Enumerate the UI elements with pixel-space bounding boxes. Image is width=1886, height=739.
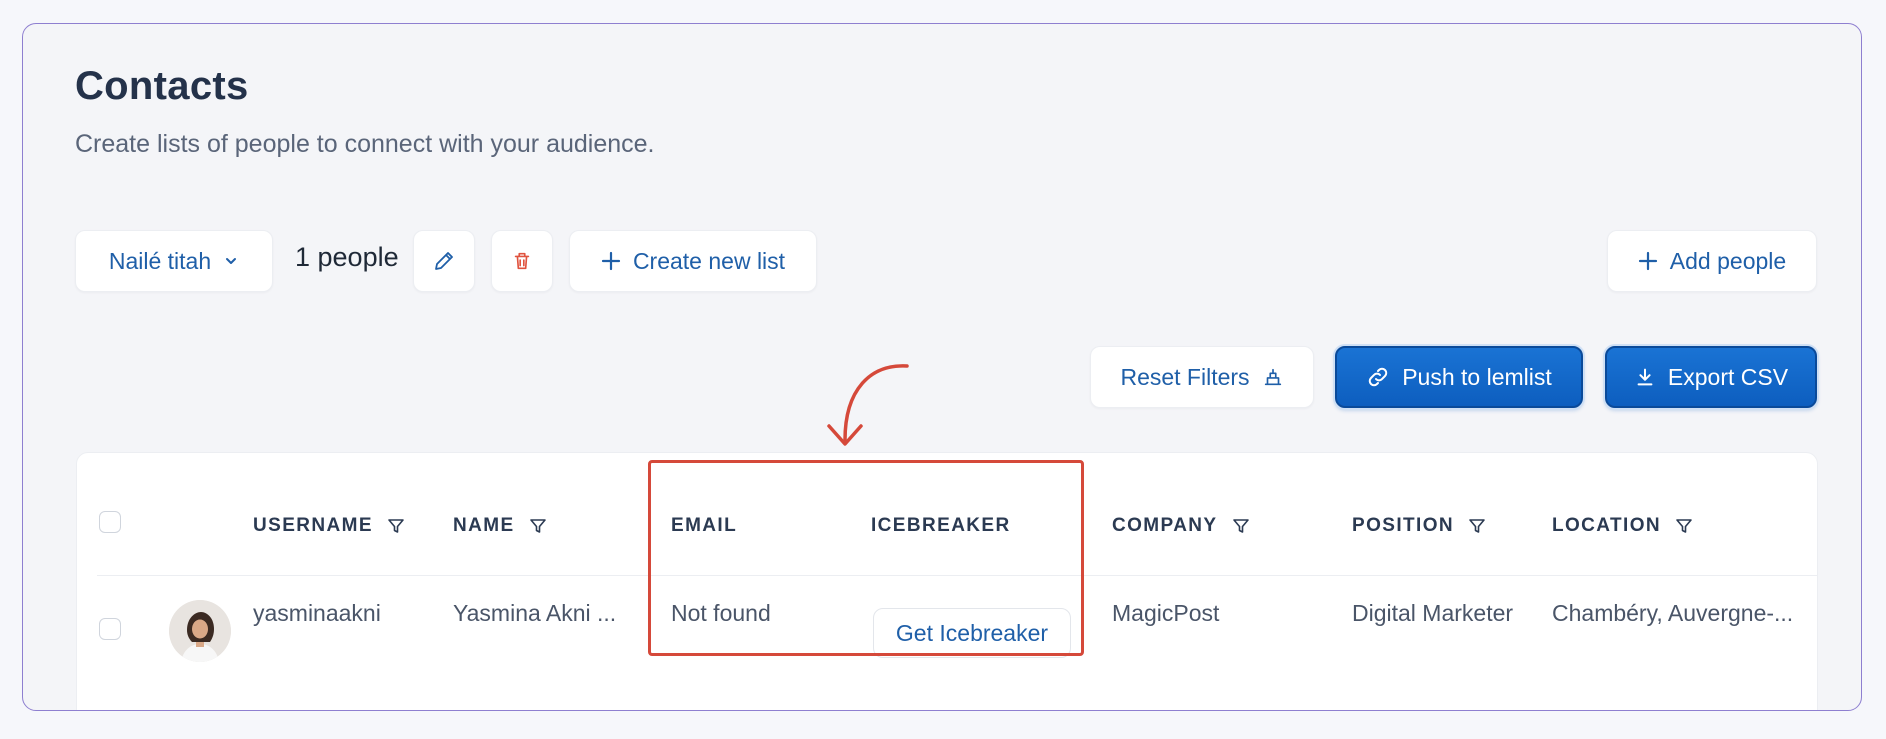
plus-icon — [1638, 251, 1657, 271]
page-title: Contacts — [75, 64, 249, 108]
link-icon — [1368, 367, 1388, 387]
cell-location: Chambéry, Auvergne-... — [1552, 600, 1794, 626]
export-label: Export CSV — [1667, 363, 1789, 390]
page-subtitle: Create lists of people to connect with y… — [75, 130, 655, 158]
cell-username: yasminaakni — [253, 600, 381, 626]
filter-clear-icon — [1264, 368, 1281, 386]
column-label: NAME — [453, 515, 515, 536]
reset-filters-button[interactable]: Reset Filters — [1090, 346, 1314, 408]
chevron-down-icon — [226, 258, 237, 264]
filter-icon[interactable] — [529, 517, 547, 535]
create-list-label: Create new list — [632, 247, 786, 274]
column-header-username[interactable]: USERNAME — [253, 515, 405, 537]
column-header-location[interactable]: LOCATION — [1552, 515, 1693, 537]
add-people-label: Add people — [1669, 247, 1787, 274]
column-label: POSITION — [1352, 515, 1454, 536]
delete-list-button[interactable] — [491, 230, 553, 292]
list-select-dropdown[interactable]: Nailé titah — [75, 230, 273, 292]
add-people-button[interactable]: Add people — [1607, 230, 1817, 292]
filter-icon[interactable] — [1232, 517, 1250, 535]
column-header-company[interactable]: COMPANY — [1112, 515, 1250, 537]
filter-icon[interactable] — [1675, 517, 1693, 535]
column-label: COMPANY — [1112, 515, 1218, 536]
filter-icon[interactable] — [1468, 517, 1486, 535]
people-count: 1 people — [295, 242, 399, 272]
push-to-lemlist-button[interactable]: Push to lemlist — [1335, 346, 1583, 408]
list-select-value: Nailé titah — [108, 247, 212, 274]
select-all-checkbox[interactable] — [99, 511, 121, 533]
column-label: USERNAME — [253, 515, 373, 536]
create-list-button[interactable]: Create new list — [569, 230, 817, 292]
pencil-icon — [435, 252, 453, 270]
column-label: LOCATION — [1552, 515, 1662, 536]
avatar — [169, 600, 231, 662]
cell-name[interactable]: Yasmina Akni ... — [453, 600, 616, 627]
reset-filters-label: Reset Filters — [1120, 363, 1250, 390]
annotation-arrow-icon — [827, 364, 909, 446]
cell-position: Digital Marketer — [1352, 600, 1514, 626]
cell-company: MagicPost — [1112, 600, 1220, 626]
column-header-position[interactable]: POSITION — [1352, 515, 1486, 537]
export-csv-button[interactable]: Export CSV — [1605, 346, 1817, 408]
edit-list-button[interactable] — [413, 230, 475, 292]
plus-icon — [601, 251, 621, 271]
filter-icon[interactable] — [387, 517, 405, 535]
highlight-box — [648, 460, 1084, 656]
column-header-name[interactable]: NAME — [453, 515, 547, 537]
download-icon — [1637, 368, 1653, 386]
trash-icon — [514, 252, 530, 270]
row-checkbox[interactable] — [99, 618, 121, 640]
push-label: Push to lemlist — [1402, 363, 1552, 390]
